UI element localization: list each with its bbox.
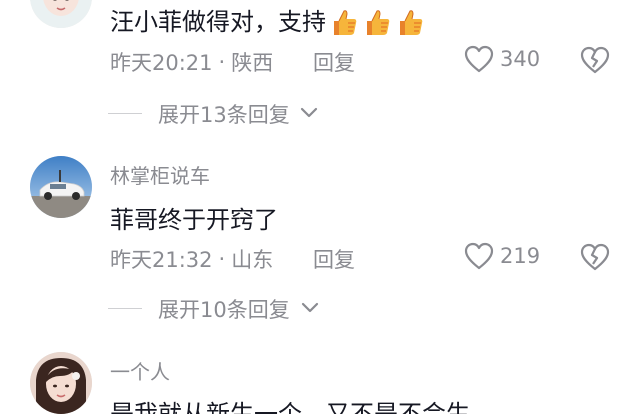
meta-separator: · bbox=[218, 247, 226, 271]
expand-replies-label[interactable]: 展开13条回复 bbox=[158, 99, 290, 129]
comment-location: 陕西 bbox=[231, 51, 274, 75]
divider-line bbox=[108, 113, 142, 114]
thumbs-up-icon bbox=[400, 10, 423, 36]
expand-replies[interactable]: 展开10条回复 bbox=[0, 291, 640, 327]
broken-heart-icon bbox=[580, 243, 610, 271]
avatar-photo bbox=[30, 0, 92, 28]
like-count: 219 bbox=[500, 244, 541, 268]
expand-replies[interactable]: 展开13条回复 bbox=[0, 96, 640, 132]
comment-time: 昨天21:32 bbox=[110, 248, 213, 272]
broken-heart-icon bbox=[580, 46, 610, 74]
meta-separator: · bbox=[218, 50, 226, 74]
thumbs-up-icon bbox=[334, 10, 357, 36]
like-button[interactable]: 219 bbox=[464, 242, 540, 270]
dislike-button[interactable] bbox=[580, 243, 610, 273]
comment-meta: 昨天20:21 · 陕西 bbox=[110, 47, 273, 77]
comment-author[interactable]: 林掌柜说车 bbox=[110, 160, 210, 189]
comment-list: 汪小菲做得对，支持 昨天20:21 · 陕西 回复 340 展开13条回复 林掌… bbox=[0, 0, 640, 414]
comment-author[interactable]: 一个人 bbox=[110, 356, 170, 385]
chevron-down-icon bbox=[300, 107, 318, 118]
comment-item: 一个人 是我就从新生一个，又不是不会生 bbox=[0, 352, 640, 414]
comment-text: 是我就从新生一个，又不是不会生 bbox=[110, 400, 470, 414]
dislike-button[interactable] bbox=[580, 46, 610, 76]
thumbs-up-icon bbox=[367, 10, 390, 36]
comment-item: 林掌柜说车 菲哥终于开窍了 昨天21:32 · 山东 回复 219 bbox=[0, 156, 640, 306]
reply-button[interactable]: 回复 bbox=[313, 47, 355, 77]
avatar[interactable] bbox=[30, 352, 92, 414]
comment-text: 菲哥终于开窍了 bbox=[110, 206, 278, 234]
like-count: 340 bbox=[500, 47, 541, 71]
comment-time: 昨天20:21 bbox=[110, 51, 213, 75]
divider-line bbox=[108, 308, 142, 309]
avatar[interactable] bbox=[30, 0, 92, 28]
thumbs-up-emoji-group bbox=[328, 7, 426, 39]
reply-button[interactable]: 回复 bbox=[313, 244, 355, 274]
heart-outline-icon bbox=[464, 242, 494, 270]
comment-text: 汪小菲做得对，支持 bbox=[110, 2, 426, 39]
avatar-photo bbox=[30, 352, 92, 414]
comment-text-content: 汪小菲做得对，支持 bbox=[110, 8, 326, 36]
expand-replies-label[interactable]: 展开10条回复 bbox=[158, 294, 290, 324]
avatar-photo bbox=[30, 156, 92, 218]
avatar[interactable] bbox=[30, 156, 92, 218]
chevron-down-icon bbox=[301, 302, 319, 313]
like-button[interactable]: 340 bbox=[464, 45, 540, 73]
comment-location: 山东 bbox=[231, 248, 274, 272]
comment-meta: 昨天21:32 · 山东 bbox=[110, 244, 273, 274]
heart-outline-icon bbox=[464, 45, 494, 73]
